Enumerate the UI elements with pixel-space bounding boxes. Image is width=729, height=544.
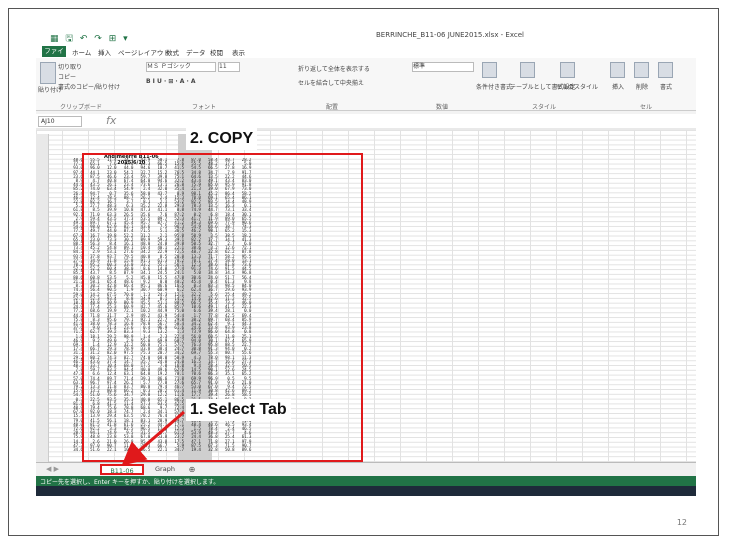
quick-access-toolbar[interactable]: ▦ 🖫 ↶ ↷ ⊞ ▾: [50, 31, 130, 47]
styles-group-label: スタイル: [532, 104, 557, 111]
page-number: 12: [676, 518, 687, 527]
sheet-nav-arrows[interactable]: ◀ ▶: [46, 465, 59, 473]
tab-file[interactable]: ファイル: [42, 46, 66, 66]
formula-bar: AJ10 fx: [36, 114, 696, 129]
delete-cells-button[interactable]: 削除: [636, 82, 648, 91]
status-bar: コピー先を選択し、Enter キーを押すか、貼り付けを選択します。: [36, 476, 696, 486]
font-size-select[interactable]: 11: [218, 62, 240, 72]
fx-icon[interactable]: fx: [106, 114, 116, 127]
delete-cells-icon[interactable]: [634, 62, 649, 78]
tab-data[interactable]: データ: [186, 47, 206, 57]
wrap-text-button[interactable]: 折り返して全体を表示する: [298, 64, 370, 73]
cell-styles-icon[interactable]: [560, 62, 575, 78]
add-sheet-button[interactable]: ⊕: [186, 464, 198, 475]
tab-insert[interactable]: 挿入: [98, 47, 111, 57]
windows-taskbar: [36, 486, 696, 496]
excel-screenshot: ▦ 🖫 ↶ ↷ ⊞ ▾ BERRINCHE_B11-06 JUNE2015.xl…: [36, 28, 696, 496]
number-group-label: 数値: [436, 104, 449, 111]
merge-center-button[interactable]: セルを結合して中央揃え: [298, 78, 364, 87]
ribbon-tabs: ファイル ホーム 挿入 ページレイアウト 数式 データ 校閲 表示: [36, 46, 696, 66]
tab-formulas[interactable]: 数式: [166, 47, 179, 57]
cut-button[interactable]: 切り取り: [58, 62, 82, 71]
number-format-select[interactable]: 標準: [412, 62, 474, 72]
ribbon: 貼り付け 切り取り コピー 書式のコピー/貼り付け クリップボード ＭＳ Ｐゴシ…: [36, 58, 696, 111]
paste-icon[interactable]: [40, 62, 56, 84]
select-tab-callout: 1. Select Tab: [186, 399, 291, 421]
font-name-select[interactable]: ＭＳ Ｐゴシック: [146, 62, 216, 72]
format-cells-button[interactable]: 書式: [660, 82, 672, 91]
sheet-tab-b11-06[interactable]: B11-06: [100, 464, 144, 475]
font-style-buttons[interactable]: B I U · ⊞ · A · A: [146, 78, 196, 85]
sheet-tab-bar: ◀ ▶ B11-06 Graph ⊕: [36, 462, 696, 477]
tab-review[interactable]: 校閲: [210, 47, 223, 57]
format-cells-icon[interactable]: [658, 62, 673, 78]
clipboard-group-label: クリップボード: [60, 104, 103, 111]
name-box[interactable]: AJ10: [38, 116, 82, 127]
status-text: コピー先を選択し、Enter キーを押すか、貼り付けを選択します。: [40, 479, 220, 486]
copy-callout: 2. COPY: [186, 128, 258, 150]
tab-view[interactable]: 表示: [232, 47, 245, 57]
conditional-format-button[interactable]: 条件付き書式: [476, 82, 512, 91]
insert-cells-icon[interactable]: [610, 62, 625, 78]
format-as-table-icon[interactable]: [520, 62, 535, 78]
cells-group-label: セル: [640, 104, 653, 111]
font-group-label: フォント: [192, 104, 217, 111]
alignment-group-label: 配置: [326, 104, 339, 111]
window-title: BERRINCHE_B11-06 JUNE2015.xlsx - Excel: [376, 31, 524, 39]
cell-styles-button[interactable]: セルのスタイル: [556, 82, 598, 91]
format-painter-button[interactable]: 書式のコピー/貼り付け: [58, 82, 120, 91]
sheet-tab-graph[interactable]: Graph: [150, 464, 180, 475]
row-headers[interactable]: [36, 134, 49, 462]
title-bar: ▦ 🖫 ↶ ↷ ⊞ ▾ BERRINCHE_B11-06 JUNE2015.xl…: [36, 28, 696, 46]
insert-cells-button[interactable]: 挿入: [612, 82, 624, 91]
copy-button[interactable]: コピー: [58, 72, 76, 81]
tab-home[interactable]: ホーム: [72, 47, 91, 57]
conditional-format-icon[interactable]: [482, 62, 497, 78]
tab-page-layout[interactable]: ページレイアウト: [118, 47, 170, 57]
